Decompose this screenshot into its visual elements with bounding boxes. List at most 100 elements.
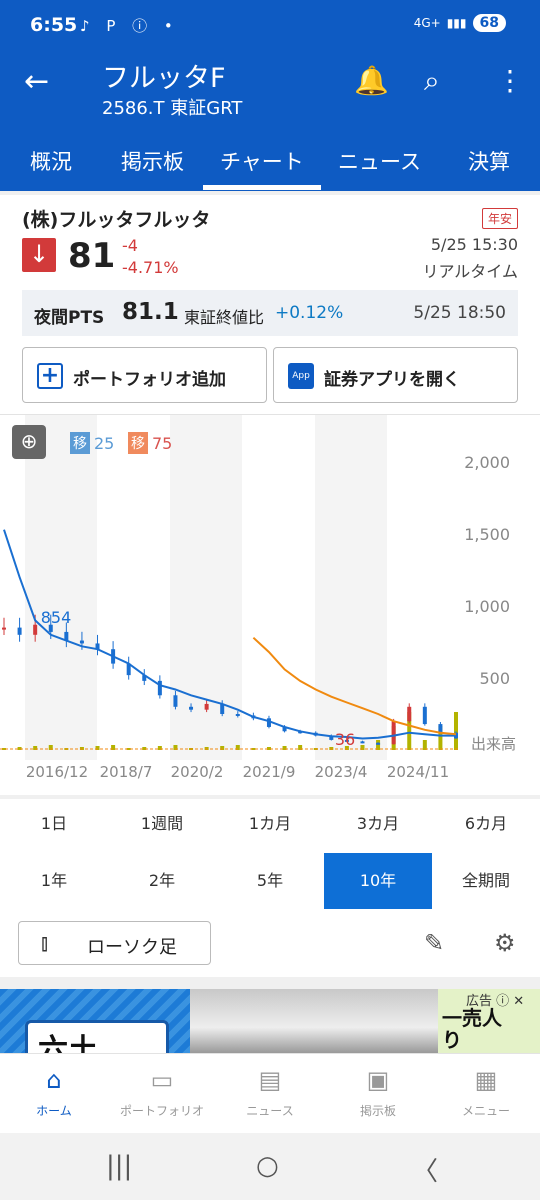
y-tick-label: 1,000 — [464, 597, 510, 616]
folder-icon: ▭ — [150, 1066, 174, 1094]
tab-results[interactable]: 決算 — [468, 146, 510, 176]
candle — [235, 714, 240, 716]
add-portfolio-label: ポートフォリオ追加 — [73, 370, 226, 390]
pts-time: 5/25 18:50 — [413, 303, 506, 323]
nav-home[interactable]: ⌂ ホーム — [0, 1054, 108, 1134]
nav-board[interactable]: ▣ 掲示板 — [324, 1054, 432, 1134]
home-icon: ⌂ — [46, 1066, 62, 1094]
ma25-legend: 移 25 — [70, 432, 114, 454]
grid-icon: ▦ — [474, 1066, 498, 1094]
pts-compare-label: 東証終値比 — [184, 308, 265, 327]
candle — [407, 706, 412, 722]
candle — [157, 680, 162, 696]
pts-price: 81.1 — [122, 299, 179, 325]
stock-name: (株)フルッタフルッタ — [22, 209, 211, 231]
y-tick-label: 1,500 — [464, 525, 510, 544]
more-icon[interactable]: ⋮ — [496, 64, 524, 97]
candlestick-icon: ⫾ — [41, 931, 49, 956]
back-chevron-icon[interactable]: 〈 — [412, 1151, 438, 1188]
year-low-badge: 年安 — [481, 208, 518, 229]
nav-menu[interactable]: ▦ メニュー — [432, 1054, 540, 1134]
recents-icon[interactable]: ||| — [106, 1151, 132, 1181]
ma25-value: 25 — [94, 433, 115, 453]
candle — [376, 742, 381, 745]
home-circle-icon[interactable]: ○ — [256, 1151, 279, 1181]
range-2y[interactable]: 2年 — [108, 853, 216, 909]
plus-icon: + — [37, 363, 63, 389]
pts-compare-value: +0.12% — [275, 303, 344, 323]
candle — [173, 695, 178, 707]
add-portfolio-button[interactable]: + ポートフォリオ追加 — [22, 347, 267, 403]
tab-chart[interactable]: チャート — [220, 146, 304, 176]
signal-icon: ▮▮▮ — [446, 16, 467, 30]
status-time: 6:55 — [30, 14, 78, 36]
range-1d[interactable]: 1日 — [0, 796, 108, 852]
chat-icon: ▣ — [366, 1066, 390, 1094]
candle — [79, 640, 84, 644]
status-bar: 6:55 ♪ P ⓘ • 4G+ ▮▮▮ 68 — [0, 0, 540, 44]
volume-bar — [454, 712, 458, 750]
x-tick-label: 2018/7 — [100, 763, 153, 781]
page-title: フルッタF — [102, 63, 226, 94]
price-chart[interactable]: 2,000 1,500 1,000 500 出来高 2016/12 2018/7 2020/… — [0, 415, 540, 795]
chart-type-button[interactable]: ⫾ ローソク足 — [18, 921, 211, 965]
back-arrow-icon[interactable]: ← — [24, 64, 49, 99]
nav-home-label: ホーム — [36, 1104, 72, 1118]
x-tick-label: 2021/9 — [243, 763, 296, 781]
nav-news-label: ニュース — [246, 1104, 294, 1118]
candle — [422, 706, 427, 725]
candle — [438, 724, 443, 733]
candle — [189, 706, 194, 710]
status-right: 4G+ ▮▮▮ 68 — [414, 14, 506, 32]
chart-band — [315, 415, 387, 760]
candle — [17, 627, 22, 635]
nav-portfolio[interactable]: ▭ ポートフォリオ — [108, 1054, 216, 1134]
app-icon: App — [288, 363, 314, 389]
range-1m[interactable]: 1カ月 — [216, 796, 324, 852]
candle — [391, 721, 396, 745]
range-1w[interactable]: 1週間 — [108, 796, 216, 852]
bottom-nav: ⌂ ホーム ▭ ポートフォリオ ▤ ニュース ▣ 掲示板 ▦ メニュー — [0, 1053, 540, 1133]
zoom-icon[interactable]: ⊕ — [12, 425, 46, 459]
divider — [0, 977, 540, 989]
search-icon[interactable]: ⌕ — [424, 64, 440, 98]
chart-type-label: ローソク足 — [87, 937, 177, 958]
price-change-percent: -4.71% — [122, 258, 179, 277]
tab-board[interactable]: 掲示板 — [121, 146, 184, 176]
range-3m[interactable]: 3カ月 — [324, 796, 432, 852]
ma25-tag: 移 — [70, 432, 90, 454]
network-label: 4G+ — [413, 16, 441, 30]
ad-banner[interactable]: 六土 広告 ⓘ ✕ 一売人り — [0, 989, 540, 1053]
divider — [0, 191, 540, 195]
price-time: 5/25 15:30 — [430, 235, 518, 254]
range-1y[interactable]: 1年 — [0, 853, 108, 909]
system-nav-bar: ||| ○ 〈 — [0, 1133, 540, 1200]
open-app-label: 証券アプリを開く — [324, 370, 460, 390]
tab-overview[interactable]: 概況 — [30, 146, 72, 176]
gear-icon[interactable]: ⚙ — [494, 929, 516, 957]
tab-bar: 概況 掲示板 チャート ニュース 決算 — [0, 134, 540, 191]
candle — [204, 703, 209, 710]
x-tick-label: 2023/4 — [315, 763, 368, 781]
chart-band — [25, 415, 97, 760]
open-app-button[interactable]: App 証券アプリを開く — [273, 347, 518, 403]
candle — [2, 627, 6, 630]
down-arrow-icon: ↓ — [22, 238, 56, 272]
realtime-label: リアルタイム — [422, 262, 518, 281]
pencil-icon[interactable]: ✎ — [424, 929, 444, 957]
bell-icon[interactable]: 🔔 — [354, 64, 389, 97]
range-10y[interactable]: 10年 — [324, 853, 432, 909]
ad-text-box: 六土 — [25, 1020, 169, 1053]
range-6m[interactable]: 6カ月 — [432, 796, 540, 852]
y-tick-label: 2,000 — [464, 453, 510, 472]
tab-news[interactable]: ニュース — [338, 146, 421, 176]
ma75-tag: 移 — [128, 432, 148, 454]
ad-box-text: 六土 — [38, 1033, 98, 1053]
range-5y[interactable]: 5年 — [216, 853, 324, 909]
ad-side-text: 一売人り — [442, 1006, 502, 1052]
range-all[interactable]: 全期間 — [432, 853, 540, 909]
nav-news[interactable]: ▤ ニュース — [216, 1054, 324, 1134]
candle — [33, 624, 38, 635]
volume-axis-label: 出来高 — [471, 735, 516, 753]
nav-board-label: 掲示板 — [359, 1104, 396, 1118]
